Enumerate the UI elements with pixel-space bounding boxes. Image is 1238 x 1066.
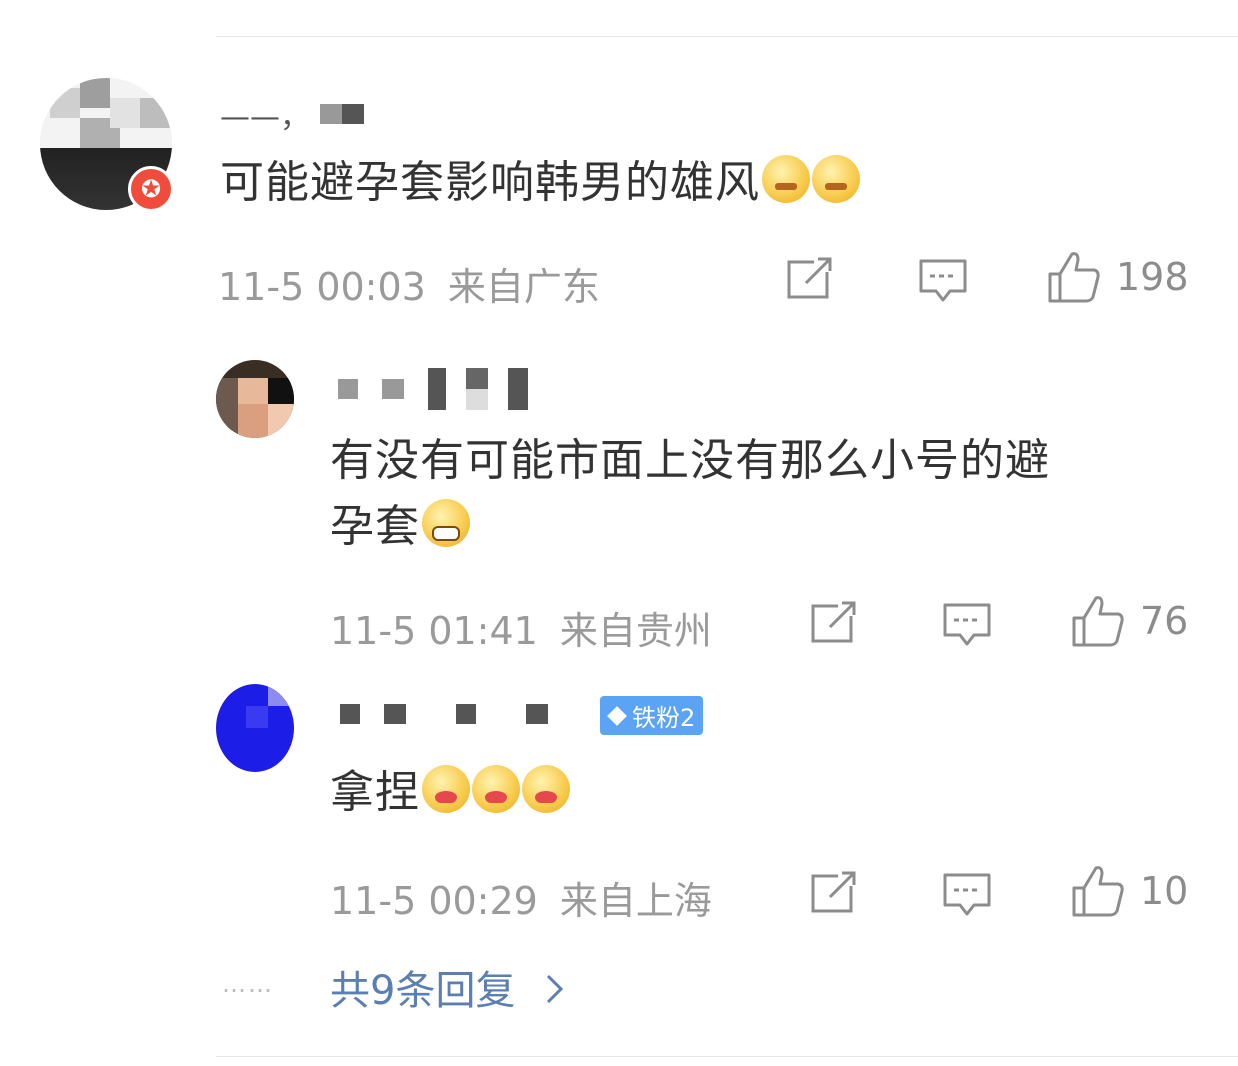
bottom-divider	[216, 1056, 1238, 1057]
repost-button[interactable]	[810, 600, 858, 644]
location: 来自贵州	[559, 609, 712, 653]
like-button[interactable]: 76	[1070, 594, 1188, 648]
reply-button[interactable]	[918, 258, 968, 304]
reply-text-line: 有没有可能市面上没有那么小号的避	[330, 435, 1050, 486]
comment-meta: 11-5 00:03 来自广东	[218, 256, 600, 311]
like-count: 76	[1140, 599, 1189, 643]
like-count: 10	[1140, 869, 1189, 913]
like-icon	[1072, 596, 1124, 647]
like-count: 198	[1116, 255, 1189, 299]
vip-badge-icon: ✪	[128, 166, 174, 212]
like-button[interactable]: 198	[1046, 250, 1189, 304]
more-replies-label: 共9条回复	[330, 968, 516, 1014]
repost-icon	[787, 256, 834, 299]
fan-badge[interactable]: 铁粉2	[600, 696, 704, 735]
eating-emoji-icon	[472, 765, 520, 813]
username-blur-block	[340, 704, 360, 724]
shush-emoji-icon	[812, 155, 860, 203]
username-blur-block	[428, 368, 446, 410]
comment-icon	[943, 603, 991, 646]
repost-button[interactable]	[810, 870, 858, 914]
reply-button[interactable]	[942, 872, 992, 918]
reply-text-content: 孕套	[330, 501, 420, 552]
username[interactable]: ——，	[220, 92, 364, 136]
timestamp: 11-5 00:29	[330, 879, 538, 923]
reply-meta: 11-5 00:29 来自上海	[330, 870, 712, 925]
username-blur-block	[384, 704, 406, 724]
comment-icon	[919, 259, 967, 302]
comment-text: 可能避孕套影响韩男的雄风	[220, 150, 860, 216]
shush-emoji-icon	[762, 155, 810, 203]
more-dots: ……	[222, 970, 274, 998]
grin-emoji-icon	[422, 499, 470, 547]
eating-emoji-icon	[422, 765, 470, 813]
comment-text-content: 可能避孕套影响韩男的雄风	[220, 157, 760, 208]
location: 来自上海	[559, 879, 712, 923]
chevron-right-icon	[547, 974, 564, 1004]
top-divider	[216, 36, 1238, 37]
reply-text: 有没有可能市面上没有那么小号的避 孕套	[330, 428, 1210, 560]
username-blur-block	[382, 379, 404, 399]
reply-text-line-2: 孕套	[330, 494, 1210, 560]
reply-text: 拿捏	[330, 760, 570, 826]
like-icon	[1048, 252, 1100, 303]
avatar[interactable]	[216, 360, 294, 438]
username-text: ——，	[220, 100, 310, 135]
reply-text-content: 拿捏	[330, 767, 420, 818]
username-blur-block	[466, 368, 488, 410]
diamond-icon	[607, 705, 627, 726]
fan-badge-label: 铁粉2	[632, 704, 696, 732]
username-blur-block	[526, 704, 548, 724]
username-blur[interactable]	[338, 368, 528, 410]
eating-emoji-icon	[522, 765, 570, 813]
like-button[interactable]: 10	[1070, 864, 1188, 918]
more-replies-link[interactable]: 共9条回复	[330, 958, 566, 1016]
location: 来自广东	[447, 265, 600, 309]
like-icon	[1072, 866, 1124, 917]
timestamp: 11-5 00:03	[218, 265, 426, 309]
repost-icon	[811, 870, 858, 913]
username-blur[interactable]	[340, 704, 548, 724]
username-blur	[320, 104, 342, 124]
reply-button[interactable]	[942, 602, 992, 648]
comment-icon	[943, 873, 991, 916]
username-blur-block	[456, 704, 476, 724]
timestamp: 11-5 01:41	[330, 609, 538, 653]
username-blur-block	[338, 379, 358, 399]
repost-button[interactable]	[786, 256, 834, 300]
repost-icon	[811, 600, 858, 643]
username-blur-block	[508, 368, 528, 410]
avatar[interactable]	[216, 684, 294, 772]
username-blur	[342, 104, 364, 124]
reply-meta: 11-5 01:41 来自贵州	[330, 600, 712, 655]
